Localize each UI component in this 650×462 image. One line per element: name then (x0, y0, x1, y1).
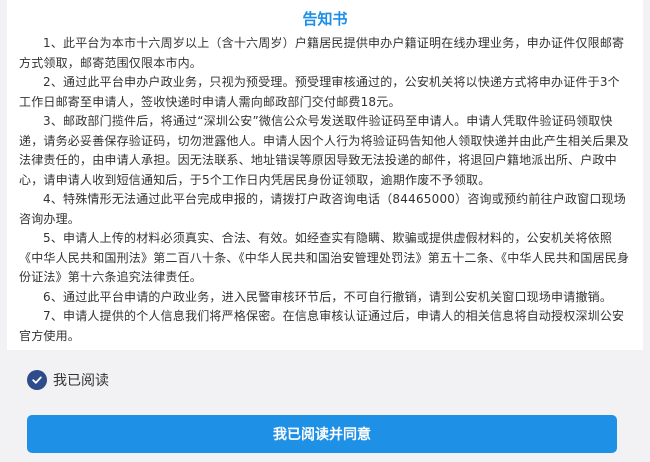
notice-title: 告知书 (302, 10, 348, 28)
notice-paragraph-1: 1、此平台为本市十六周岁以上（含十六周岁）户籍居民提供申办户籍证明在线办理业务，… (19, 36, 625, 70)
check-circle-icon[interactable] (27, 370, 47, 390)
notice-paragraph-3: 3、邮政部门揽件后，将通过“深圳公安”微信公众号发送取件验证码至申请人。申请人凭… (19, 114, 630, 187)
notice-paragraph-4: 4、特殊情形无法通过此平台完成申报的，请拨打户政咨询电话（84465000）咨询… (19, 192, 626, 226)
notice-paragraph-2: 2、通过此平台申办户政业务，只视为预受理。预受理审核通过的，公安机关将以快递方式… (19, 75, 620, 109)
read-confirm-checkbox[interactable]: 我已阅读 (27, 367, 109, 393)
page: 告知书 1、此平台为本市十六周岁以上（含十六周岁）户籍居民提供申办户籍证明在线办… (0, 0, 650, 462)
notice-panel: 告知书 1、此平台为本市十六周岁以上（含十六周岁）户籍居民提供申办户籍证明在线办… (7, 0, 643, 350)
notice-paragraph-5: 5、申请人上传的材料必须真实、合法、有效。如经查实有隐瞒、欺骗或提供虚假材料的，… (19, 231, 630, 284)
notice-paragraph-6: 6、通过此平台申请的户政业务，进入民警审核环节后，不可自行撤销，请到公安机关窗口… (43, 289, 613, 304)
read-confirm-label[interactable]: 我已阅读 (53, 370, 109, 390)
agree-button[interactable]: 我已阅读并同意 (27, 415, 617, 453)
notice-paragraph-7: 7、申请人提供的个人信息我们将严格保密。在信息审核认证通过后，申请人的相关信息将… (19, 309, 625, 343)
